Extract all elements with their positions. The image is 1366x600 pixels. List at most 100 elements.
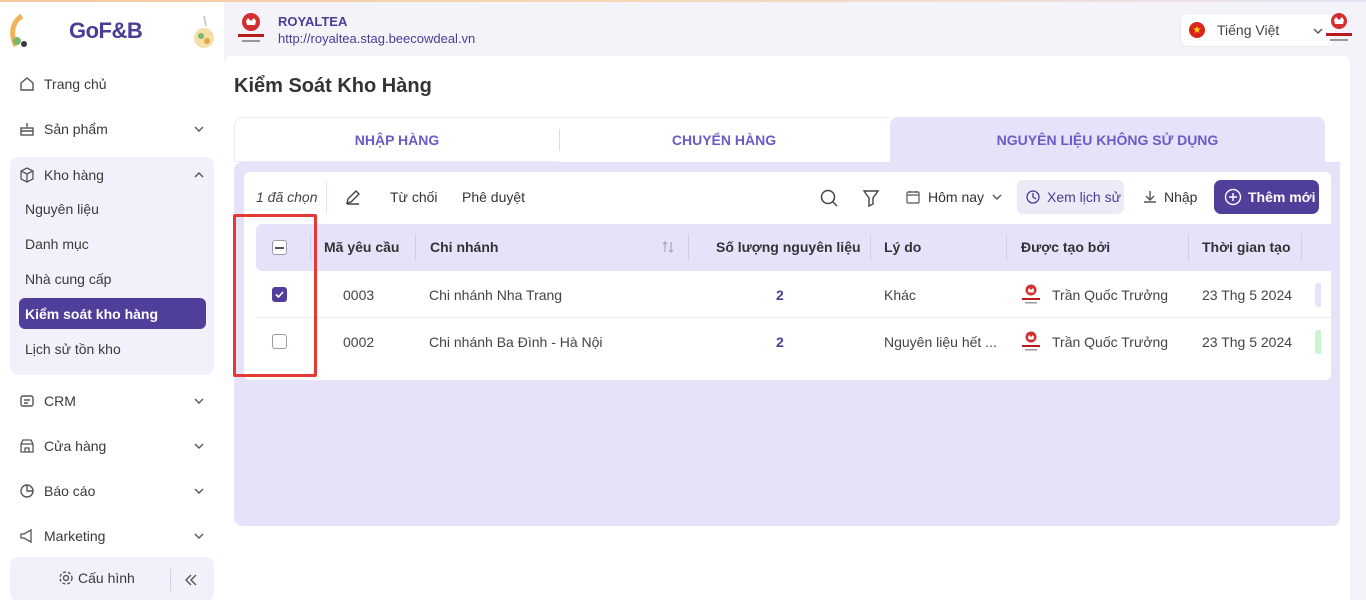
cell-code: 0003 bbox=[343, 287, 375, 303]
logo-row: GoF&B bbox=[0, 10, 224, 50]
divider bbox=[1301, 234, 1302, 261]
tab-transfer[interactable]: Chuyển hàng bbox=[559, 117, 889, 162]
cell-created-at: 23 Thg 5 2024 bbox=[1202, 334, 1293, 350]
store-url[interactable]: http://royaltea.stag.beecowdeal.vn bbox=[278, 31, 475, 46]
cell-reason: Khác bbox=[884, 287, 916, 303]
chevron-down-icon bbox=[194, 533, 204, 539]
tab-panel: 1 đã chọn Từ chối Phê duyệt Hôm nay Xem … bbox=[234, 162, 1340, 526]
view-history-button[interactable]: Xem lịch sử bbox=[1017, 180, 1124, 214]
sidebar-item-home[interactable]: Trang chủ bbox=[10, 66, 214, 102]
sidebar-item-label: CRM bbox=[44, 393, 76, 409]
view-history-label: Xem lịch sử bbox=[1047, 189, 1121, 205]
table-header: Mã yêu cầu Chi nhánh Số lượng nguyên liệ… bbox=[256, 224, 1331, 271]
column-header-code[interactable]: Mã yêu cầu bbox=[324, 239, 399, 255]
sidebar-item-label: Báo cáo bbox=[44, 483, 96, 499]
tab-bar: Nhập hàng Chuyển hàng Nguyên liệu không … bbox=[234, 117, 1340, 162]
table-card: 1 đã chọn Từ chối Phê duyệt Hôm nay Xem … bbox=[244, 172, 1331, 380]
divider bbox=[310, 234, 311, 261]
history-icon bbox=[1026, 190, 1040, 204]
column-header-created-by[interactable]: Được tạo bởi bbox=[1021, 239, 1110, 255]
table-row[interactable]: 0003 Chi nhánh Nha Trang 2 Khác Trần Quố… bbox=[256, 271, 1331, 318]
column-header-quantity[interactable]: Số lượng nguyên liệu bbox=[716, 239, 861, 255]
pie-chart-icon bbox=[18, 482, 36, 500]
sidebar-item-label: Marketing bbox=[44, 528, 106, 544]
sidebar-subitem-suppliers[interactable]: Nhà cung cấp bbox=[10, 263, 206, 294]
tab-unused-ingredients[interactable]: Nguyên liệu không sử dụng bbox=[890, 117, 1325, 162]
import-button[interactable]: Nhập bbox=[1142, 189, 1197, 205]
store-logo[interactable] bbox=[236, 10, 266, 46]
app-logo[interactable]: GoF&B bbox=[69, 18, 143, 44]
creator-avatar bbox=[1022, 331, 1040, 351]
cell-created-at: 23 Thg 5 2024 bbox=[1202, 287, 1293, 303]
cell-code: 0002 bbox=[343, 334, 375, 350]
sidebar-subitem-inventory-control[interactable]: Kiểm soát kho hàng bbox=[19, 298, 206, 329]
chevron-up-icon bbox=[194, 172, 204, 178]
edit-icon[interactable] bbox=[344, 188, 362, 206]
divider bbox=[870, 234, 871, 261]
avatar[interactable] bbox=[1322, 10, 1356, 46]
cell-quantity: 2 bbox=[776, 334, 784, 350]
sidebar-subitem-stock-history[interactable]: Lịch sử tồn kho bbox=[10, 333, 206, 364]
calendar-icon bbox=[906, 191, 920, 204]
sidebar-item-stores[interactable]: Cửa hàng bbox=[10, 428, 214, 464]
language-selector[interactable]: ★ Tiếng Việt bbox=[1180, 13, 1336, 47]
plus-circle-icon bbox=[1224, 188, 1242, 206]
column-header-reason[interactable]: Lý do bbox=[884, 239, 921, 255]
divider bbox=[559, 129, 560, 151]
import-label: Nhập bbox=[1164, 189, 1198, 205]
sidebar-item-reports[interactable]: Báo cáo bbox=[10, 473, 214, 509]
cake-icon bbox=[18, 120, 36, 138]
row-checkbox[interactable] bbox=[272, 287, 287, 302]
approve-button[interactable]: Phê duyệt bbox=[462, 189, 525, 205]
date-filter[interactable]: Hôm nay bbox=[906, 189, 1004, 205]
row-checkbox[interactable] bbox=[272, 334, 287, 349]
language-label: Tiếng Việt bbox=[1217, 22, 1280, 38]
chevron-down-icon bbox=[992, 194, 1002, 200]
date-filter-label: Hôm nay bbox=[928, 189, 985, 205]
filter-icon[interactable] bbox=[861, 188, 881, 208]
divider bbox=[1006, 234, 1007, 261]
sidebar-item-label: Cửa hàng bbox=[44, 438, 107, 454]
sort-icon[interactable] bbox=[662, 240, 674, 254]
table-row[interactable]: 0002 Chi nhánh Ba Đình - Hà Nội 2 Nguyên… bbox=[256, 318, 1331, 365]
sidebar-item-products[interactable]: Sản phẩm bbox=[10, 111, 214, 147]
sidebar-item-marketing[interactable]: Marketing bbox=[10, 518, 214, 554]
column-header-branch[interactable]: Chi nhánh bbox=[430, 239, 498, 255]
column-header-created-at[interactable]: Thời gian tạo bbox=[1202, 239, 1291, 255]
chevron-down-icon bbox=[194, 398, 204, 404]
store-icon bbox=[18, 437, 36, 455]
cell-branch: Chi nhánh Nha Trang bbox=[429, 287, 563, 303]
select-all-checkbox[interactable] bbox=[272, 240, 287, 255]
main-content: Kiểm Soát Kho Hàng Nhập hàng Chuyển hàng… bbox=[224, 56, 1350, 600]
sidebar-subitem-categories[interactable]: Danh mục bbox=[10, 228, 206, 259]
divider bbox=[170, 569, 171, 591]
sidebar-item-warehouse[interactable]: Kho hàng bbox=[10, 157, 214, 193]
divider bbox=[1188, 234, 1189, 261]
divider bbox=[688, 234, 689, 261]
status-badge bbox=[1315, 330, 1321, 354]
cell-quantity: 2 bbox=[776, 287, 784, 303]
collapse-sidebar-icon[interactable] bbox=[182, 571, 200, 589]
logo-decoration-icon bbox=[10, 14, 27, 48]
sidebar-item-label: Trang chủ bbox=[44, 76, 107, 92]
top-header: ROYALTEA http://royaltea.stag.beecowdeal… bbox=[224, 2, 1366, 54]
add-new-label: Thêm mới bbox=[1248, 189, 1316, 205]
sidebar-subitem-ingredients[interactable]: Nguyên liệu bbox=[10, 193, 206, 224]
tab-import[interactable]: Nhập hàng bbox=[234, 117, 559, 162]
chevron-down-icon bbox=[194, 488, 204, 494]
box-icon bbox=[18, 166, 36, 184]
add-new-button[interactable]: Thêm mới bbox=[1214, 180, 1319, 214]
cell-created-by: Trần Quốc Trưởng bbox=[1052, 334, 1169, 350]
divider bbox=[415, 234, 416, 261]
reject-button[interactable]: Từ chối bbox=[390, 189, 438, 205]
selected-count: 1 đã chọn bbox=[256, 189, 318, 205]
page-title: Kiểm Soát Kho Hàng bbox=[234, 75, 432, 97]
bulk-action-toolbar: 1 đã chọn Từ chối Phê duyệt Hôm nay Xem … bbox=[244, 172, 1331, 224]
gear-icon bbox=[59, 571, 73, 585]
config-button[interactable]: Cấu hình bbox=[58, 570, 135, 586]
search-icon[interactable] bbox=[819, 188, 839, 208]
vietnam-flag-icon: ★ bbox=[1189, 22, 1205, 38]
config-label: Cấu hình bbox=[78, 570, 135, 586]
sidebar-item-crm[interactable]: CRM bbox=[10, 383, 214, 419]
food-decoration-icon bbox=[194, 15, 214, 48]
